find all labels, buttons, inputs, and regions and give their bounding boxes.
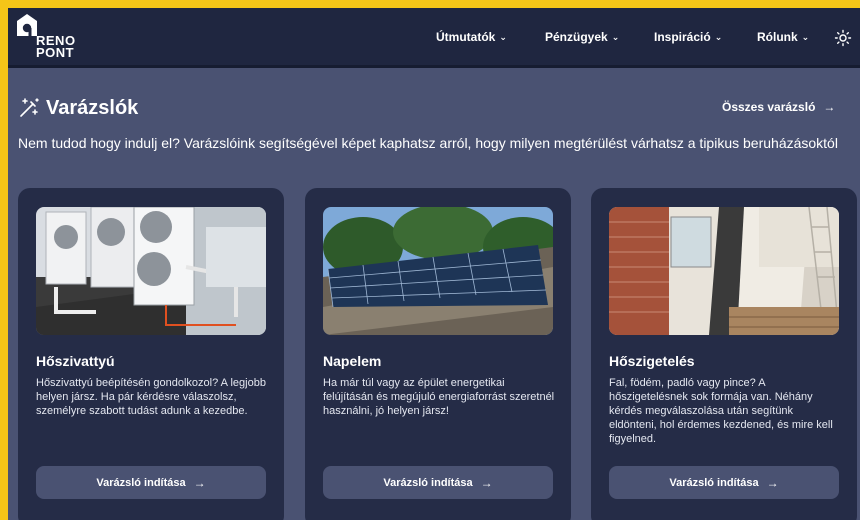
wizard-card-heat-pump: Hőszivattyú Hőszivattyú beépítésén gondo… [18, 188, 284, 520]
solar-panel-image [323, 207, 553, 335]
card-title: Hőszivattyú [36, 353, 115, 369]
renopont-logo[interactable]: RENO PONT [16, 13, 96, 65]
section-header: Varázslók [18, 95, 138, 121]
logo-wordmark: RENO PONT [36, 34, 76, 60]
chevron-down-icon: ⌄ [714, 32, 723, 42]
chevron-down-icon: ⌄ [499, 32, 507, 42]
chevron-down-icon: ⌄ [611, 32, 620, 42]
all-wizards-link[interactable]: Összes varázsló → [722, 100, 835, 114]
nav-label: Inspiráció [654, 30, 711, 44]
nav-item-utmutatok[interactable]: Útmutatók ⌄ [436, 30, 507, 44]
all-wizards-label: Összes varázsló [722, 100, 816, 114]
button-label: Varázsló indítása [383, 476, 473, 489]
heat-pump-image [36, 207, 266, 335]
insulation-image [609, 207, 839, 335]
section-title: Varázslók [46, 96, 139, 119]
wizard-card-solar-panel: Napelem Ha már túl vagy az épület energe… [305, 188, 571, 520]
card-title: Hőszigetelés [609, 353, 695, 369]
arrow-right-icon: → [823, 100, 836, 114]
arrow-right-icon: → [480, 475, 493, 490]
nav-label: Pénzügyek [545, 30, 608, 44]
arrow-right-icon: → [193, 475, 206, 490]
top-navigation: RENO PONT Útmutatók ⌄ Pénzügyek ⌄ Inspirác… [8, 8, 860, 68]
nav-label: Útmutatók [436, 30, 496, 44]
section-intro: Nem tudod hogy indulj el? Varázslóink se… [18, 135, 838, 151]
card-description: Hőszivattyú beépítésén gondolkozol? A le… [36, 377, 266, 417]
house-logo-icon [17, 14, 37, 36]
start-wizard-button[interactable]: Varázsló indítása → [323, 466, 553, 499]
button-label: Varázsló indítása [669, 476, 759, 489]
card-description: Ha már túl vagy az épület energetikai fe… [323, 377, 555, 417]
nav-item-inspiracio[interactable]: Inspiráció ⌄ [654, 30, 722, 44]
nav-item-rolunk[interactable]: Rólunk ⌄ [757, 30, 809, 44]
start-wizard-button[interactable]: Varázsló indítása → [36, 466, 266, 499]
card-title: Napelem [323, 353, 382, 369]
magic-wand-icon [20, 98, 39, 117]
start-wizard-button[interactable]: Varázsló indítása → [609, 466, 839, 499]
theme-toggle-sun-icon[interactable] [834, 29, 852, 47]
wizard-card-insulation: Hőszigetelés Fal, födém, padló vagy pinc… [591, 188, 857, 520]
card-description: Fal, födém, padló vagy pince? A hősziget… [609, 377, 833, 445]
button-label: Varázsló indítása [96, 476, 186, 489]
logo-line-2: PONT [36, 45, 75, 60]
arrow-right-icon: → [766, 475, 779, 490]
nav-item-penzugyek[interactable]: Pénzügyek ⌄ [545, 30, 619, 44]
nav-label: Rólunk [757, 30, 798, 44]
page-frame: RENO PONT Útmutatók ⌄ Pénzügyek ⌄ Inspirác… [8, 8, 860, 520]
chevron-down-icon: ⌄ [801, 32, 810, 42]
